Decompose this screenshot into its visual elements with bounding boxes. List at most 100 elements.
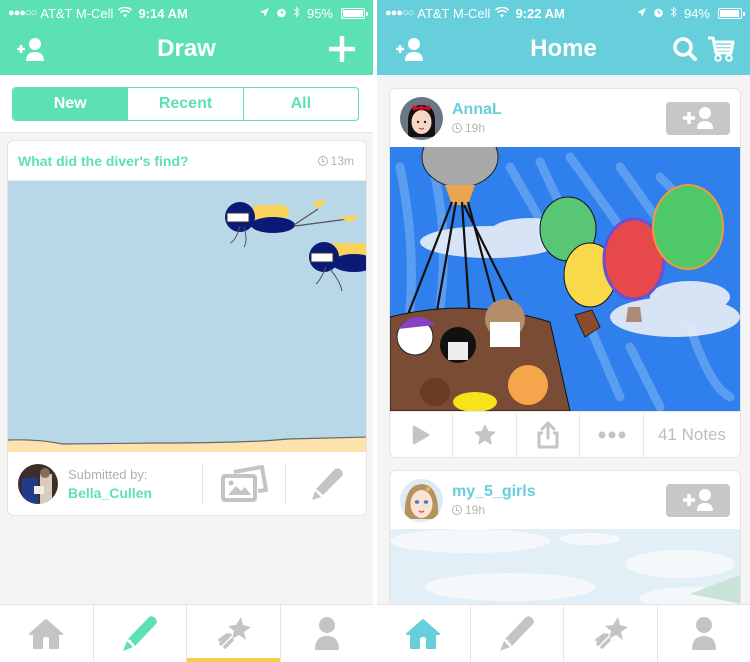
notes-count[interactable]: 41 Notes [644, 412, 740, 457]
tab-home[interactable] [377, 605, 471, 662]
tab-bar [377, 604, 750, 662]
tab-featured[interactable] [564, 605, 658, 662]
segment-new[interactable]: New [13, 88, 129, 120]
submitter-info: Submitted by: Bella_Cullen [68, 467, 152, 501]
age-text: 19h [465, 503, 486, 517]
battery-icon [341, 7, 368, 19]
gallery-button[interactable] [203, 464, 285, 504]
carrier-name: AT&T M-Cell [417, 5, 491, 21]
page-title: Draw [157, 35, 216, 62]
segment-all[interactable]: All [244, 88, 358, 120]
username[interactable]: AnnaL [452, 101, 502, 119]
status-bar: ●●●○○ AT&T M-Cell 9:14 AM 95% [8, 3, 368, 23]
draw-screen: ●●●○○ AT&T M-Cell 9:14 AM 95% Draw New R… [0, 0, 373, 662]
age-text: 13m [330, 153, 354, 168]
pencil-icon [122, 615, 157, 651]
tab-home[interactable] [0, 605, 94, 662]
favorite-button[interactable] [453, 412, 517, 457]
tab-draw[interactable] [471, 605, 564, 662]
post-meta: my_5_girls 19h [452, 483, 536, 517]
challenge-question[interactable]: What did the diver's find? [18, 153, 189, 169]
plus-icon [329, 36, 355, 62]
battery-percent: 95% [306, 5, 333, 21]
filter-bar: New Recent All [0, 75, 373, 133]
wifi-icon [118, 6, 133, 21]
home-icon [29, 618, 64, 649]
follow-button[interactable] [666, 101, 730, 135]
feed-post: AnnaL 19h 41 Notes [389, 88, 741, 458]
post-age: 19h [452, 503, 536, 517]
submitter-name[interactable]: Bella_Cullen [68, 485, 152, 501]
status-time: 9:14 AM [138, 5, 188, 21]
avatar[interactable] [400, 96, 443, 140]
drawing-image[interactable] [8, 181, 366, 452]
active-tab-indicator [187, 658, 280, 662]
add-friend-icon [683, 489, 713, 511]
pencil-icon [312, 468, 343, 500]
pencil-icon [499, 615, 534, 651]
signal-strength: ●●●○○ [8, 7, 37, 19]
post-age: 13m [317, 153, 354, 168]
bluetooth-icon [670, 5, 678, 21]
battery-icon [718, 7, 745, 19]
draw-answer-button[interactable] [286, 466, 366, 502]
new-drawing-button[interactable] [325, 34, 359, 64]
avatar[interactable] [18, 464, 58, 504]
location-icon [259, 6, 270, 21]
status-time: 9:22 AM [515, 5, 565, 21]
battery-percent: 94% [683, 5, 710, 21]
clock-icon [452, 505, 462, 515]
submitted-by-label: Submitted by: [68, 467, 148, 482]
more-icon [598, 431, 625, 438]
profile-icon [691, 616, 716, 650]
alarm-icon [276, 6, 287, 21]
tab-featured[interactable] [187, 605, 281, 662]
tab-profile[interactable] [658, 605, 750, 662]
star-icon [474, 424, 495, 444]
bluetooth-icon [293, 5, 301, 21]
tab-bar [0, 604, 373, 662]
avatar-wrap [8, 464, 68, 504]
post-header: my_5_girls 19h [390, 471, 740, 529]
post-age: 19h [452, 121, 502, 135]
more-options-button[interactable] [580, 412, 644, 457]
clock-icon [452, 123, 462, 133]
share-icon [537, 421, 559, 448]
post-actions: 41 Notes [390, 411, 740, 457]
play-icon [412, 425, 430, 444]
location-icon [636, 6, 647, 21]
home-icon [406, 618, 441, 649]
tab-draw[interactable] [94, 605, 187, 662]
segmented-control: New Recent All [12, 87, 359, 121]
nav-bar: ●●●○○ AT&T M-Cell 9:22 AM 94% Home [377, 0, 750, 75]
status-bar: ●●●○○ AT&T M-Cell 9:22 AM 94% [385, 3, 745, 23]
username[interactable]: my_5_girls [452, 483, 536, 501]
play-button[interactable] [390, 412, 453, 457]
card-footer: Submitted by: Bella_Cullen [8, 452, 366, 515]
card-header: What did the diver's find? 13m [8, 141, 366, 181]
gallery-icon [221, 465, 268, 502]
share-button[interactable] [517, 412, 580, 457]
nav-bar: ●●●○○ AT&T M-Cell 9:14 AM 95% Draw [0, 0, 373, 75]
add-friend-icon [683, 107, 713, 129]
signal-strength: ●●●○○ [385, 7, 414, 19]
alarm-icon [653, 6, 664, 21]
search-button[interactable] [668, 34, 702, 64]
age-text: 19h [465, 121, 486, 135]
search-icon [673, 37, 697, 61]
post-drawing[interactable] [390, 147, 740, 411]
avatar[interactable] [400, 478, 443, 522]
home-screen: ●●●○○ AT&T M-Cell 9:22 AM 94% Home AnnaL… [377, 0, 750, 662]
shooting-star-icon [218, 616, 252, 649]
post-header: AnnaL 19h [390, 89, 740, 147]
clock-icon [317, 155, 328, 166]
follow-button[interactable] [666, 483, 730, 517]
post-meta: AnnaL 19h [452, 101, 502, 135]
tab-profile[interactable] [281, 605, 374, 662]
wifi-icon [495, 6, 510, 21]
shop-button[interactable] [704, 34, 738, 64]
cart-icon [708, 36, 735, 62]
segment-recent[interactable]: Recent [128, 88, 244, 120]
shooting-star-icon [595, 616, 629, 649]
drawing-challenge-card: What did the diver's find? 13m Submitted… [7, 140, 367, 516]
